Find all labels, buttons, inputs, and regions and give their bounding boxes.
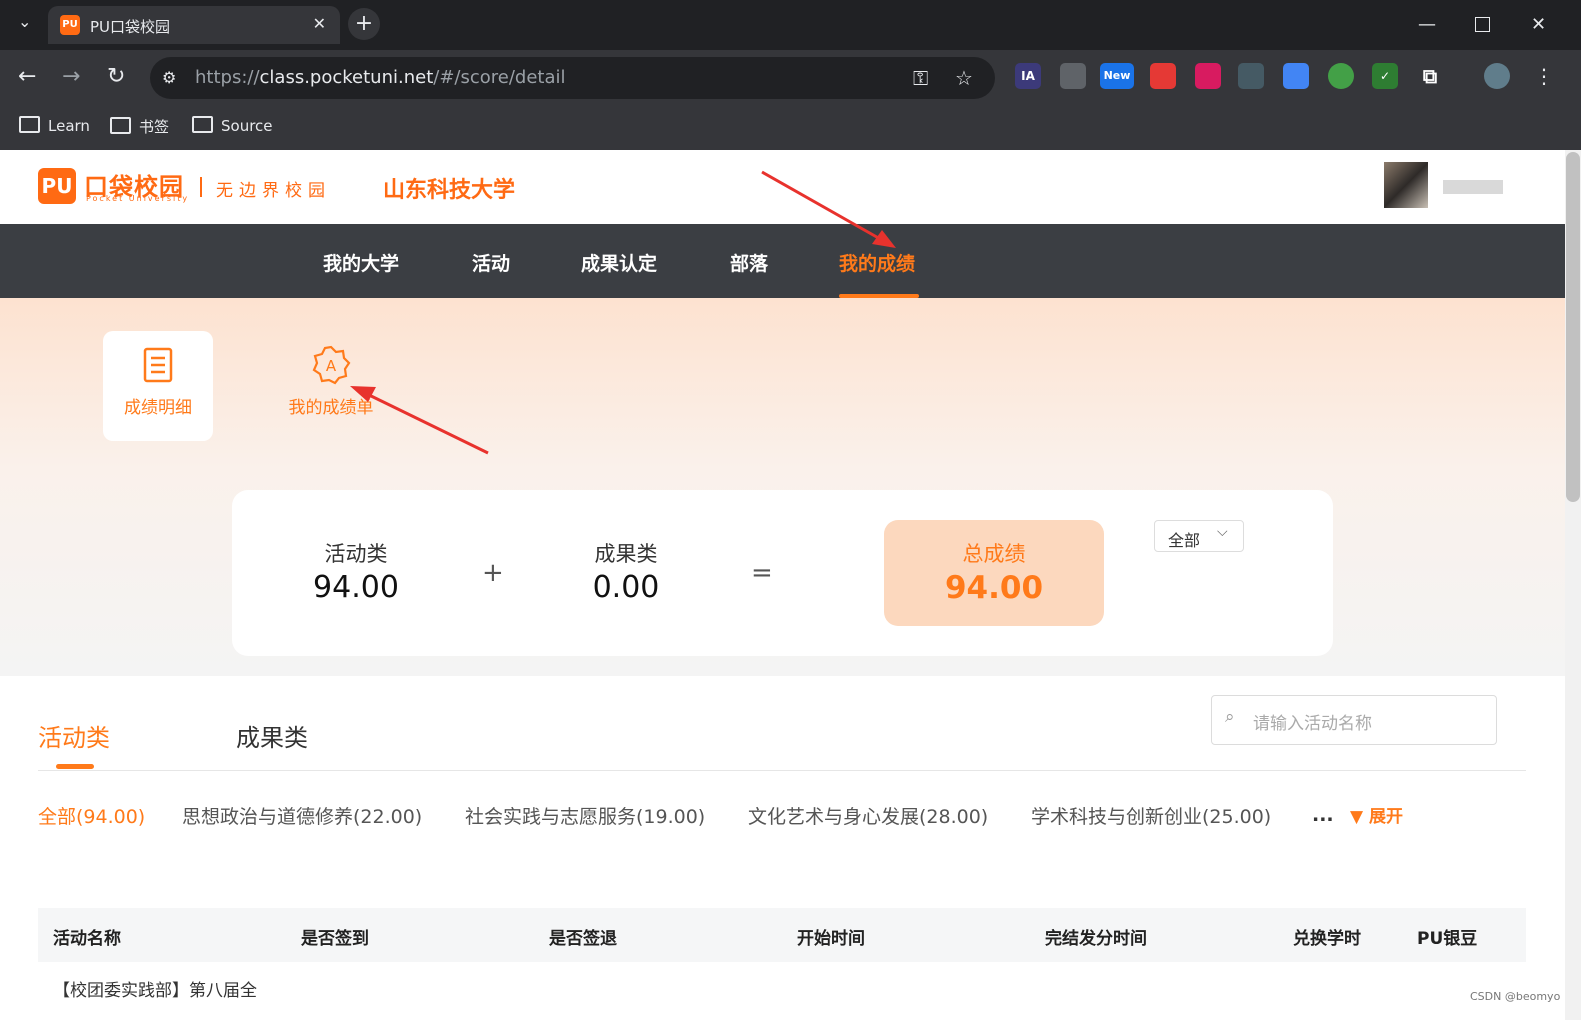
annotation-arrowhead-transcript [350,386,376,402]
annotation-arrow-nav [761,170,883,242]
scrollbar-thumb[interactable] [1566,152,1580,502]
annotation-arrows [350,170,896,455]
watermark: CSDN @beomyo [1470,990,1561,1003]
annotation-arrowhead-nav [872,230,896,248]
annotation-arrow-transcript [366,392,489,455]
